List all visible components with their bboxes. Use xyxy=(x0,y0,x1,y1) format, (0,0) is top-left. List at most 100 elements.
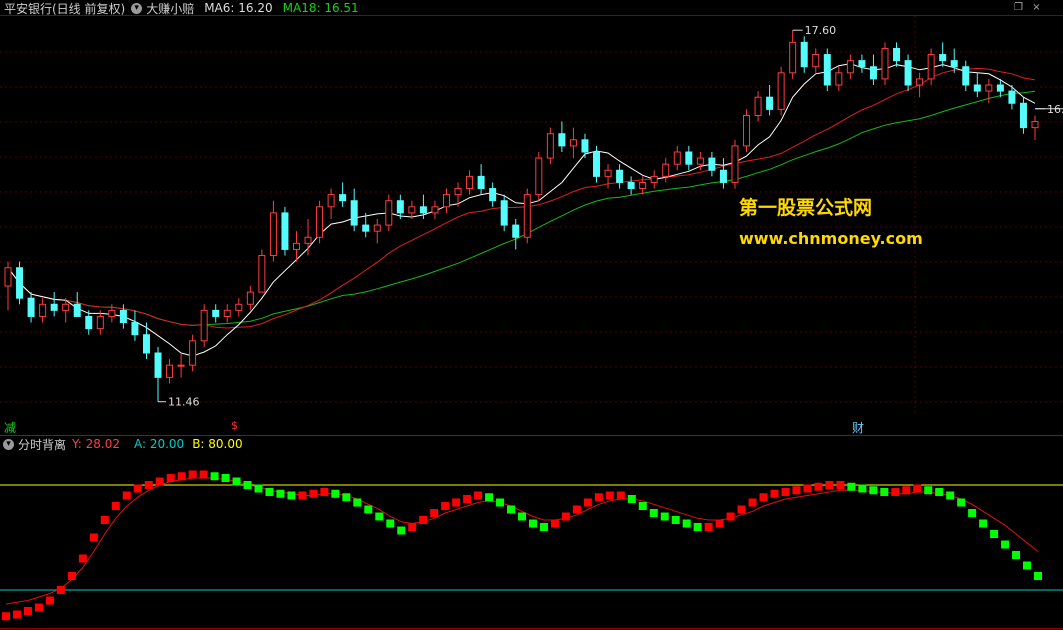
indicator-block xyxy=(561,512,570,521)
candle-body xyxy=(73,303,81,317)
indicator-block xyxy=(111,502,120,510)
candle-body xyxy=(569,139,577,147)
candle-body xyxy=(166,364,174,378)
indicator-block xyxy=(496,498,505,507)
candle-body xyxy=(269,212,277,257)
candle-body xyxy=(512,224,520,238)
indicator-block xyxy=(441,502,450,510)
chart-canvas: 17.6011.4616.31 xyxy=(0,15,1063,629)
indicator-block xyxy=(957,498,966,507)
candle-body xyxy=(142,334,150,354)
indicator-block xyxy=(649,509,658,517)
candle-body xyxy=(789,41,797,74)
indicator-block xyxy=(375,512,384,521)
candle-body xyxy=(731,145,739,183)
indicator-block xyxy=(276,489,285,498)
indicator-block xyxy=(869,486,878,495)
indicator-block xyxy=(759,493,768,502)
restore-icon[interactable]: ❐ xyxy=(1013,2,1024,13)
candle-body xyxy=(442,194,450,208)
candle-body xyxy=(881,47,889,80)
indicator-block xyxy=(1012,551,1021,559)
indicator-block xyxy=(836,481,845,489)
candle-body xyxy=(131,322,139,336)
indicator-block xyxy=(605,491,614,500)
candle-body xyxy=(373,224,381,232)
indicator-block xyxy=(550,519,559,528)
indicator-smooth-line xyxy=(5,477,1039,605)
chevron-down-icon[interactable]: ▾ xyxy=(3,438,14,450)
candle-body xyxy=(246,291,254,305)
candle-body xyxy=(927,54,935,80)
candle-body xyxy=(962,66,970,86)
indicator-block xyxy=(45,596,54,605)
candle-body xyxy=(396,200,404,214)
indicator-block xyxy=(166,474,175,482)
candle-body xyxy=(985,84,993,92)
candle-body xyxy=(408,206,416,214)
indicator-block xyxy=(792,486,801,495)
indicator-block xyxy=(1034,572,1042,580)
indicator-block xyxy=(243,481,252,489)
indicator-block xyxy=(210,472,219,481)
indicator-block xyxy=(320,488,329,496)
candle-body xyxy=(119,309,127,324)
main-chart-header: 平安银行(日线 前复权) ▾ 大赚小赔 MA6: 16.20 MA18: 16.… xyxy=(0,0,359,16)
candle-body xyxy=(650,175,658,183)
candle-body xyxy=(835,72,843,86)
candle-body xyxy=(1019,102,1027,129)
indicator-name[interactable]: 大赚小赔 xyxy=(146,0,194,17)
candle-body xyxy=(385,200,393,226)
candle-body xyxy=(281,212,289,250)
indicator-block xyxy=(287,491,296,500)
indicator-block xyxy=(177,472,186,481)
indicator-block xyxy=(199,470,208,479)
indicator-header: ▾ 分时背离 Y: 28.02 A: 20.00 B: 80.00 xyxy=(0,436,243,452)
candle-body xyxy=(893,47,901,62)
candle-body xyxy=(950,60,958,68)
indicator-block xyxy=(122,491,131,500)
indicator-block xyxy=(518,512,526,521)
candle-body xyxy=(754,96,762,116)
candle-body xyxy=(258,255,266,293)
indicator-block xyxy=(144,481,153,489)
indicator-block xyxy=(726,512,735,521)
candle-body xyxy=(62,303,70,311)
indicator-block xyxy=(748,498,757,507)
indicator-title[interactable]: 分时背离 xyxy=(18,436,66,453)
indicator-block xyxy=(715,519,724,528)
indicator-block xyxy=(298,491,307,500)
close-icon[interactable]: × xyxy=(1031,2,1042,13)
indicator-block xyxy=(825,481,834,489)
indicator-block xyxy=(89,533,98,542)
candle-body xyxy=(685,151,693,165)
candle-body xyxy=(4,267,12,287)
indicator-block xyxy=(979,519,988,528)
candle-body xyxy=(316,206,324,238)
chevron-down-icon[interactable]: ▾ xyxy=(131,2,143,14)
indicator-block xyxy=(847,482,856,491)
indicator-block xyxy=(67,572,76,580)
marker-right: 财 xyxy=(852,421,865,435)
candle-body xyxy=(558,133,566,147)
indicator-block xyxy=(902,486,911,495)
ma6-line xyxy=(7,63,1036,357)
indicator-block xyxy=(1001,540,1010,549)
indicator-block xyxy=(364,505,373,514)
candle-body xyxy=(27,297,35,317)
stock-title[interactable]: 平安银行(日线 前复权) xyxy=(4,0,125,17)
indicator-block xyxy=(924,486,933,495)
candle-body xyxy=(50,303,58,311)
indicator-a-value: A: 20.00 xyxy=(133,437,185,451)
candle-body xyxy=(639,181,647,190)
ma18-line xyxy=(7,67,1036,329)
candle-body xyxy=(177,364,185,367)
candle-body xyxy=(500,200,508,226)
candle-body xyxy=(616,169,624,183)
ma30-line xyxy=(7,90,1036,326)
candle-body xyxy=(662,163,670,177)
indicator-block xyxy=(23,607,32,615)
indicator-block xyxy=(78,554,87,563)
indicator-y-value: Y: 28.02 xyxy=(72,437,120,451)
candle-body xyxy=(327,194,335,208)
